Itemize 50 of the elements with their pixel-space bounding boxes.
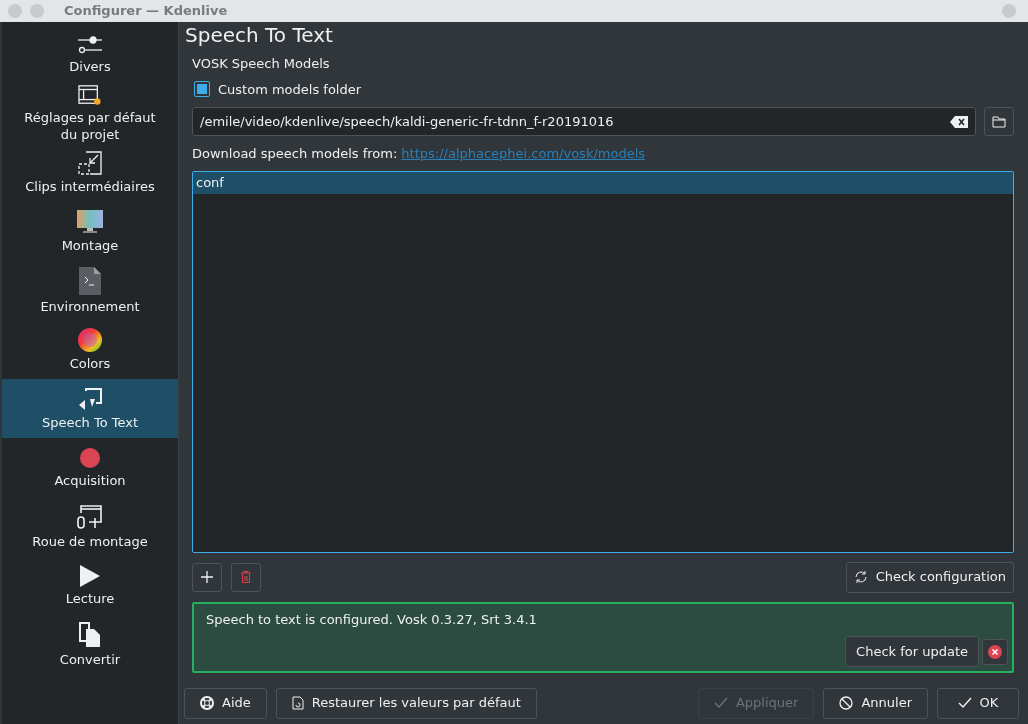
browse-folder-button[interactable]	[984, 107, 1014, 136]
lifebuoy-icon	[200, 696, 214, 710]
check-update-button[interactable]: Check for update	[845, 636, 979, 667]
clear-icon[interactable]	[950, 115, 968, 128]
custom-folder-checkbox[interactable]: Custom models folder	[194, 79, 1014, 99]
delete-button[interactable]	[231, 562, 261, 592]
sidebar-item[interactable]: Acquisition	[2, 438, 178, 497]
window-title: Configurer — Kdenlive	[64, 2, 228, 21]
page-title: Speech To Text	[185, 22, 334, 48]
sidebar-item[interactable]: Speech To Text	[2, 379, 178, 438]
dialog-button[interactable]: Aide	[184, 687, 267, 719]
folder-path-field[interactable]: /emile/video/kdenlive/speech/kaldi-generic-fr-tdnn_f-r20191016	[192, 107, 976, 136]
section-label: VOSK Speech Models	[192, 55, 331, 73]
sidebar-item[interactable]: Lecture	[2, 556, 178, 615]
download-label: Download speech models from:	[192, 145, 398, 163]
checkmark-icon	[957, 697, 972, 709]
trash-icon	[241, 571, 251, 583]
close-message-button[interactable]	[982, 638, 1008, 665]
list-item[interactable]: conf	[193, 171, 1013, 194]
check-configuration-button[interactable]: Check configuration	[845, 561, 1014, 593]
sidebar-item[interactable]: Colors	[2, 320, 178, 379]
add-button[interactable]	[192, 562, 222, 592]
play-icon	[80, 564, 100, 587]
dialog-button[interactable]: Annuler	[823, 687, 928, 719]
sidebar-item[interactable]: Réglages par défaut du projet	[2, 84, 178, 143]
plus-icon	[201, 571, 213, 583]
terminal-file-icon	[79, 266, 101, 295]
sidebar-item[interactable]: Divers	[2, 25, 178, 84]
sidebar-item[interactable]: Environnement	[2, 261, 178, 320]
sidebar-item[interactable]: Montage	[2, 202, 178, 261]
sidebar-item[interactable]: Clips intermédiaires	[2, 143, 178, 202]
speech-bubble-icon	[77, 386, 103, 411]
checkmark-icon	[713, 697, 728, 709]
resize-icon	[78, 150, 102, 175]
document-restore-icon	[291, 696, 304, 710]
cancel-icon	[839, 696, 854, 710]
refresh-icon	[853, 570, 868, 584]
film-icon	[77, 84, 103, 106]
sidebar-item[interactable]: Convertir	[2, 615, 178, 674]
copy-icon	[79, 621, 101, 648]
sliders-icon	[78, 34, 102, 55]
dialog-button[interactable]: OK	[937, 687, 1019, 719]
dialog-button[interactable]: Restaurer les valeurs par défaut	[275, 687, 537, 719]
folder-icon	[992, 115, 1006, 128]
monitor-icon	[77, 209, 103, 234]
close-icon	[988, 644, 1002, 659]
sidebar-item[interactable]: Roue de montage	[2, 497, 178, 556]
color-wheel-icon	[78, 327, 102, 352]
status-message: Speech to text is configured. Vosk 0.3.27, Srt 3.4.1	[206, 610, 538, 629]
record-icon	[79, 446, 101, 469]
